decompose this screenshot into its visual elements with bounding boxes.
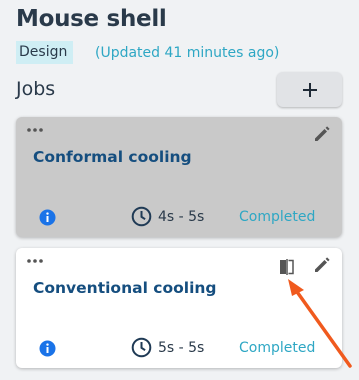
status-tag: Design — [16, 41, 74, 64]
add-job-button[interactable] — [277, 72, 342, 107]
clock-icon — [131, 206, 152, 227]
jobs-label: Jobs — [16, 78, 56, 100]
page-title: Mouse shell — [16, 6, 167, 32]
compare-icon[interactable] — [278, 258, 296, 276]
more-dots-icon[interactable] — [26, 257, 44, 265]
job-duration: 5s - 5s — [158, 340, 205, 356]
info-icon[interactable] — [39, 340, 56, 357]
more-dots-icon[interactable] — [26, 126, 44, 134]
job-status: Completed — [239, 209, 316, 225]
job-title[interactable]: Conformal cooling — [33, 148, 192, 166]
job-card[interactable]: Conformal cooling 4s - 5s Completed — [16, 117, 342, 237]
job-status: Completed — [239, 340, 316, 356]
pencil-icon[interactable] — [313, 256, 331, 274]
clock-icon — [131, 337, 152, 358]
job-card[interactable]: Conventional cooling 5s - 5s Completed — [16, 248, 342, 368]
job-title[interactable]: Conventional cooling — [33, 279, 217, 297]
job-duration: 4s - 5s — [158, 209, 205, 225]
info-icon[interactable] — [39, 209, 56, 226]
plus-icon — [302, 82, 317, 97]
pencil-icon[interactable] — [313, 125, 331, 143]
updated-text: (Updated 41 minutes ago) — [95, 45, 280, 61]
